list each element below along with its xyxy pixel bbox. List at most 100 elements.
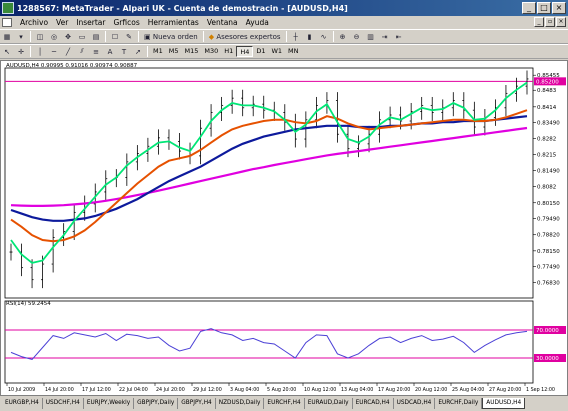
- chart-window[interactable]: 0.85200 70.0000 30.0000 0.85455 0.8483 0.84…: [0, 60, 568, 396]
- expert-advisors-button[interactable]: ◆ Asesores expertos: [207, 31, 283, 43]
- bar-chart-icon[interactable]: ┼: [290, 31, 302, 43]
- menu-bar: Archivo Ver Insertar Grficos Herramienta…: [0, 16, 568, 29]
- timeframe-m1[interactable]: M1: [150, 46, 166, 57]
- menu-herramientas[interactable]: Herramientas: [144, 18, 203, 27]
- candlestick-icon[interactable]: ▮: [304, 31, 316, 43]
- time-tick-label: 17 Jul 12:00: [82, 387, 111, 393]
- arrow-icon[interactable]: ➚: [132, 46, 144, 58]
- terminal-icon[interactable]: ▭: [76, 31, 88, 43]
- toolbar-separator: [105, 31, 106, 42]
- mdi-close-button[interactable]: ×: [556, 17, 566, 27]
- strategy-tester-icon[interactable]: ▤: [90, 31, 102, 43]
- crosshair-icon[interactable]: ✛: [15, 46, 27, 58]
- menu-ayuda[interactable]: Ayuda: [242, 18, 273, 27]
- rsi-level-label: 30.0000: [536, 356, 559, 362]
- time-tick-label: 22 Jul 04:00: [119, 387, 148, 393]
- timeframe-h1[interactable]: H1: [221, 46, 236, 57]
- time-tick-label: 3 Aug 04:00: [230, 387, 259, 393]
- close-button[interactable]: ×: [552, 2, 566, 14]
- toolbar-separator: [285, 31, 287, 42]
- timeframe-h4[interactable]: H4: [236, 46, 254, 57]
- mdi-minimize-button[interactable]: _: [534, 17, 544, 27]
- price-tick-label: 0.80150: [537, 201, 560, 207]
- price-tick-label: 0.81490: [537, 169, 560, 175]
- navigator-icon[interactable]: ✥: [62, 31, 74, 43]
- tab-eurchf-daily[interactable]: EURCHF,Daily: [435, 398, 483, 409]
- tile-windows-icon[interactable]: ▥: [365, 31, 377, 43]
- trendline-icon[interactable]: ╱: [62, 46, 74, 58]
- minimize-button[interactable]: _: [522, 2, 536, 14]
- timeframe-m30[interactable]: M30: [201, 46, 221, 57]
- timeframe-w1[interactable]: W1: [268, 46, 285, 57]
- metatrader-window: 1288567: MetaTrader - Alpari UK - Cuenta…: [0, 0, 568, 411]
- timeframe-d1[interactable]: D1: [253, 46, 268, 57]
- channel-icon[interactable]: ⫽: [76, 46, 88, 58]
- tab-euraud-daily[interactable]: EURAUD,Daily: [305, 398, 353, 409]
- horizontal-line-icon[interactable]: ─: [48, 46, 60, 58]
- menu-archivo[interactable]: Archivo: [16, 18, 52, 27]
- chart-shift-icon[interactable]: ⇤: [393, 31, 405, 43]
- document-icon[interactable]: [2, 18, 12, 27]
- time-tick-label: 24 Jul 20:00: [156, 387, 185, 393]
- time-tick-label: 27 Aug 20:00: [489, 387, 521, 393]
- chart-tabs: EURGBP,H4 USDCHF,H4 EURJPY,Weekly GBPJPY…: [0, 396, 568, 411]
- market-watch-icon[interactable]: ◫: [34, 31, 46, 43]
- timeframe-m15[interactable]: M15: [182, 46, 202, 57]
- expert-advisors-label: Asesores expertos: [216, 32, 281, 41]
- toolbar-separator: [147, 46, 148, 57]
- price-tick-label: 0.79490: [537, 217, 560, 223]
- menu-insertar[interactable]: Insertar: [72, 18, 109, 27]
- maximize-button[interactable]: □: [537, 2, 551, 14]
- time-tick-label: 17 Aug 20:00: [378, 387, 410, 393]
- tab-usdcad-h4[interactable]: USDCAD,H4: [394, 398, 436, 409]
- mdi-controls: _ ▫ ×: [534, 17, 566, 27]
- main-pane: 0.85200: [5, 70, 566, 289]
- profiles-icon[interactable]: ▾: [15, 31, 27, 43]
- auto-scroll-icon[interactable]: ⇥: [379, 31, 391, 43]
- rsi-label: RSI(14) 59.2454: [6, 301, 51, 307]
- time-tick-label: 25 Aug 04:00: [452, 387, 484, 393]
- metaeditor-icon[interactable]: ✎: [123, 31, 135, 43]
- menu-graficos[interactable]: Grficos: [110, 18, 144, 27]
- chart-header: AUDUSD,H4 0.90995 0.91016 0.90974 0.9088…: [6, 63, 138, 69]
- history-icon[interactable]: ☐: [109, 31, 121, 43]
- tab-eurcad-h4[interactable]: EURCAD,H4: [353, 398, 394, 409]
- data-window-icon[interactable]: ◎: [48, 31, 60, 43]
- tab-nzdusd-daily[interactable]: NZDUSD,Daily: [216, 398, 265, 409]
- price-chart[interactable]: 0.85200 70.0000 30.0000 0.85455 0.8483 0.84…: [1, 61, 567, 395]
- price-tick-label: 0.8483: [537, 88, 557, 94]
- ma-long-line: [10, 126, 528, 207]
- timeframe-mn[interactable]: MN: [285, 46, 301, 57]
- zoom-out-icon[interactable]: ⊖: [351, 31, 363, 43]
- timeframe-m5[interactable]: M5: [166, 46, 182, 57]
- time-tick-label: 10 Jul 2009: [8, 387, 35, 393]
- vertical-line-icon[interactable]: │: [34, 46, 46, 58]
- new-order-icon: ▣: [144, 32, 151, 41]
- tab-eurgbp-h4[interactable]: EURGBP,H4: [2, 398, 43, 409]
- tab-audusd-h4[interactable]: AUDUSD,H4: [482, 398, 526, 409]
- ma-fast-line: [10, 81, 528, 264]
- tab-eurjpy-weekly[interactable]: EURJPY,Weekly: [84, 398, 135, 409]
- text-icon[interactable]: A: [104, 46, 116, 58]
- cursor-icon[interactable]: ↖: [1, 46, 13, 58]
- menu-ventana[interactable]: Ventana: [203, 18, 242, 27]
- price-tick-label: 0.8082: [537, 185, 556, 191]
- time-tick-label: 5 Aug 20:00: [267, 387, 296, 393]
- tab-usdchf-h4[interactable]: USDCHF,H4: [43, 398, 84, 409]
- menu-ver[interactable]: Ver: [52, 18, 72, 27]
- label-icon[interactable]: T: [118, 46, 130, 58]
- tab-gbpjpy-daily[interactable]: GBPJPY,Daily: [134, 398, 179, 409]
- price-tick-label: 0.78150: [537, 249, 560, 255]
- tab-eurchf-h4[interactable]: EURCHF,H4: [264, 398, 305, 409]
- fibonacci-icon[interactable]: ≡: [90, 46, 102, 58]
- tab-gbpjpy-h4[interactable]: GBPJPY,H4: [178, 398, 216, 409]
- new-order-button[interactable]: ▣ Nueva orden: [142, 31, 200, 43]
- line-chart-icon[interactable]: ∿: [318, 31, 330, 43]
- price-tick-label: 0.83490: [537, 120, 560, 126]
- price-tick-label: 0.77490: [537, 265, 560, 271]
- toolbar-separator: [332, 31, 334, 42]
- toolbar-separator: [202, 31, 204, 42]
- new-chart-icon[interactable]: ▦: [1, 31, 13, 43]
- zoom-in-icon[interactable]: ⊕: [337, 31, 349, 43]
- mdi-restore-button[interactable]: ▫: [545, 17, 555, 27]
